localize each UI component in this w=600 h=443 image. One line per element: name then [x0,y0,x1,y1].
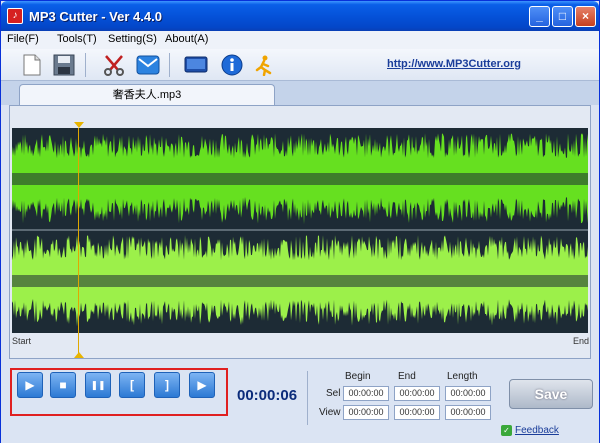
app-window: ♪ MP3 Cutter - Ver 4.4.0 _ □ × File(F) T… [0,0,600,443]
time-display: 00:00:06 [237,387,298,404]
control-panel: ▶ ■ ❚❚ [ ] ▶ 00:00:06 Begin End Length S… [1,359,599,443]
screen-icon[interactable] [183,52,209,78]
minimize-button[interactable]: _ [529,6,550,27]
file-tab[interactable]: 奢香夫人.mp3 [19,84,275,106]
save-icon[interactable] [51,52,77,78]
menu-setting[interactable]: Setting(S) [108,33,157,45]
waveform-canvas[interactable] [12,128,588,333]
playhead-bottom-marker[interactable] [74,352,84,358]
toolbar-separator [169,53,170,77]
toolbar-separator [85,53,86,77]
window-title: MP3 Cutter - Ver 4.4.0 [29,9,162,24]
sel-begin-field[interactable]: 00:00:00 [343,386,389,401]
info-icon[interactable] [219,52,245,78]
new-file-icon[interactable] [19,52,45,78]
pause-button[interactable]: ❚❚ [85,372,111,398]
feedback-icon: ✓ [501,425,512,436]
waveform-graphic [12,133,588,327]
waveform-panel: Start End [9,105,591,359]
playhead-top-marker[interactable] [74,122,84,128]
email-icon[interactable] [135,52,161,78]
scissors-icon[interactable] [101,52,127,78]
maximize-button[interactable]: □ [552,6,573,27]
end-label: End [573,336,590,346]
website-link[interactable]: http://www.MP3Cutter.org [387,58,521,70]
menu-tools[interactable]: Tools(T) [57,33,97,45]
feedback-link[interactable]: Feedback [515,425,559,436]
view-end-field[interactable]: 00:00:00 [394,405,440,420]
save-button[interactable]: Save [509,379,593,409]
stop-button[interactable]: ■ [50,372,76,398]
menu-about[interactable]: About(A) [165,33,208,45]
app-icon: ♪ [7,8,23,24]
menu-bar: File(F) Tools(T) Setting(S) About(A) [1,31,599,49]
sel-label: Sel [326,388,341,399]
sel-end-field[interactable]: 00:00:00 [394,386,440,401]
menu-file[interactable]: File(F) [7,33,39,45]
play-selection-button[interactable]: ▶ [189,372,215,398]
sel-length-field[interactable]: 00:00:00 [445,386,491,401]
panel-separator [307,371,308,425]
close-button[interactable]: × [575,6,596,27]
begin-header: Begin [345,371,371,382]
mark-end-button[interactable]: ] [154,372,180,398]
toolbar: http://www.MP3Cutter.org [1,49,599,81]
play-button[interactable]: ▶ [17,372,43,398]
view-begin-field[interactable]: 00:00:00 [343,405,389,420]
tab-strip: 奢香夫人.mp3 [1,81,599,106]
run-icon[interactable] [251,52,277,78]
start-label: Start [12,336,32,346]
playhead-line[interactable] [78,128,79,356]
view-label: View [319,407,341,418]
end-header: End [398,371,416,382]
length-header: Length [447,371,478,382]
view-length-field[interactable]: 00:00:00 [445,405,491,420]
mark-begin-button[interactable]: [ [119,372,145,398]
title-bar: ♪ MP3 Cutter - Ver 4.4.0 _ □ × [1,1,599,31]
